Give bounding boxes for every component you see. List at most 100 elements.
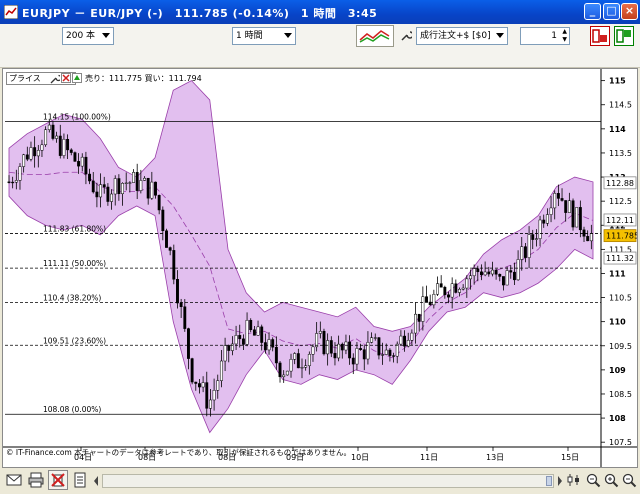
x-tick-label: 15日 [561,453,579,462]
candle-body [556,193,560,199]
candle-body [58,135,62,156]
candle-body [238,335,242,340]
fibonacci-label: 111.83 (61.80%) [43,224,106,233]
candle-body [370,337,374,343]
candle-body [293,353,297,360]
scroll-right-icon[interactable] [556,474,564,488]
delete-button[interactable] [48,470,68,490]
candle-body [44,129,48,146]
bollinger-band [8,80,594,434]
candle-body [501,276,505,286]
candle-body [271,339,275,348]
candle-body [403,335,407,347]
zoom-out-icon[interactable] [621,472,637,488]
doc-icon[interactable] [72,472,88,488]
candle-body [322,330,326,355]
candle-body [381,354,385,356]
candle-body [414,313,417,334]
zoom-in-icon[interactable] [603,472,619,488]
candle-body [124,182,128,184]
mail-icon[interactable] [6,472,22,488]
stepper-arrows-icon[interactable]: ▲ ▼ [562,28,567,44]
order-type-select[interactable]: 成行注文+$ [$0] [416,27,508,45]
quantity-stepper[interactable]: 1 ▲ ▼ [520,27,570,45]
candle-body [117,178,121,195]
y-tick-label: 108 [609,414,626,423]
wrench-icon[interactable] [50,74,60,84]
fibonacci-label: 114.15 (100.00%) [43,113,111,122]
print-icon[interactable] [28,472,44,488]
candle-body [469,275,472,280]
candle-body [274,346,278,364]
candle-body [564,200,568,213]
y-tick-label: 108.5 [609,390,632,399]
candle-body [91,180,95,193]
candle-body [245,320,249,345]
candle-body [549,207,553,215]
title-bar: EURJPY － EUR/JPY (-) 111.785 (-0.14%) 1 … [0,0,640,24]
candle-body [443,286,447,296]
chart-scrollbar[interactable] [102,474,554,488]
candle-body [241,338,245,345]
candle-body [454,283,458,293]
wrench-icon[interactable] [400,30,412,42]
price-label: プライス [9,74,41,83]
chart-type-icon[interactable] [566,472,582,488]
indicator-chart-icon [359,30,390,43]
add-indicator-icon[interactable] [72,73,82,83]
candle-body [216,380,220,391]
price-tag-value: 111.785 [606,232,637,241]
price-chart-panel[interactable]: 114.15 (100.00%) 111.83 (61.80%) 111.11 (5… [2,68,638,468]
candle-body [578,207,582,231]
candle-body [575,207,579,228]
candle-body [491,269,494,275]
candle-body [161,209,165,232]
x-tick-label: 10日 [351,453,369,462]
indicator-button[interactable] [356,25,394,47]
candle-body [476,268,480,273]
sell-button[interactable] [590,26,610,46]
price-tag-value: 112.88 [606,179,634,188]
copyright-notice: © IT-Finance.com 本チャートのデータは参考レートであり、取引が保… [6,448,351,457]
candle-body [29,147,33,160]
price-tag-value: 112.11 [606,216,634,225]
minimize-button[interactable]: _ [584,3,601,20]
candle-body [410,332,414,341]
candle-body [278,362,282,378]
candle-body [25,154,29,160]
candle-body [121,183,124,195]
candle-body [168,247,172,251]
candle-body [300,367,304,369]
candle-body [47,124,51,130]
candle-body [80,156,84,167]
y-tick-label: 109.5 [609,342,632,351]
candle-body [589,233,593,242]
candle-body [311,346,315,355]
candle-body [183,306,187,329]
candle-body [567,200,571,213]
remove-indicator-icon[interactable] [61,73,71,83]
toolbar: 200 本 1 時間 成行注文+$ [$0] 1 ▲ ▼ [0,24,640,68]
bars-count-select[interactable]: 200 本 [62,27,114,45]
candle-body [128,182,132,184]
candle-body [36,150,40,157]
period-select[interactable]: 1 時間 [232,27,296,45]
candle-body [512,271,516,281]
bars-count-value: 200 本 [66,31,96,41]
candle-body [33,147,37,157]
buy-button[interactable] [614,26,634,46]
y-tick-label: 110 [609,318,626,327]
candle-body [106,186,110,202]
zoom-fit-icon[interactable] [585,472,601,488]
candle-body [227,345,231,351]
candle-body [113,178,117,195]
close-button[interactable]: × [621,3,638,20]
scroll-left-icon[interactable] [92,474,100,488]
chevron-down-icon [496,33,504,38]
candle-body [395,343,399,357]
maximize-button[interactable]: □ [603,3,620,20]
candle-body [534,238,538,240]
candle-body [450,283,454,298]
scrollbar-thumb[interactable] [546,476,552,486]
price-chart[interactable]: 114.15 (100.00%) 111.83 (61.80%) 111.11 (5… [3,69,637,467]
